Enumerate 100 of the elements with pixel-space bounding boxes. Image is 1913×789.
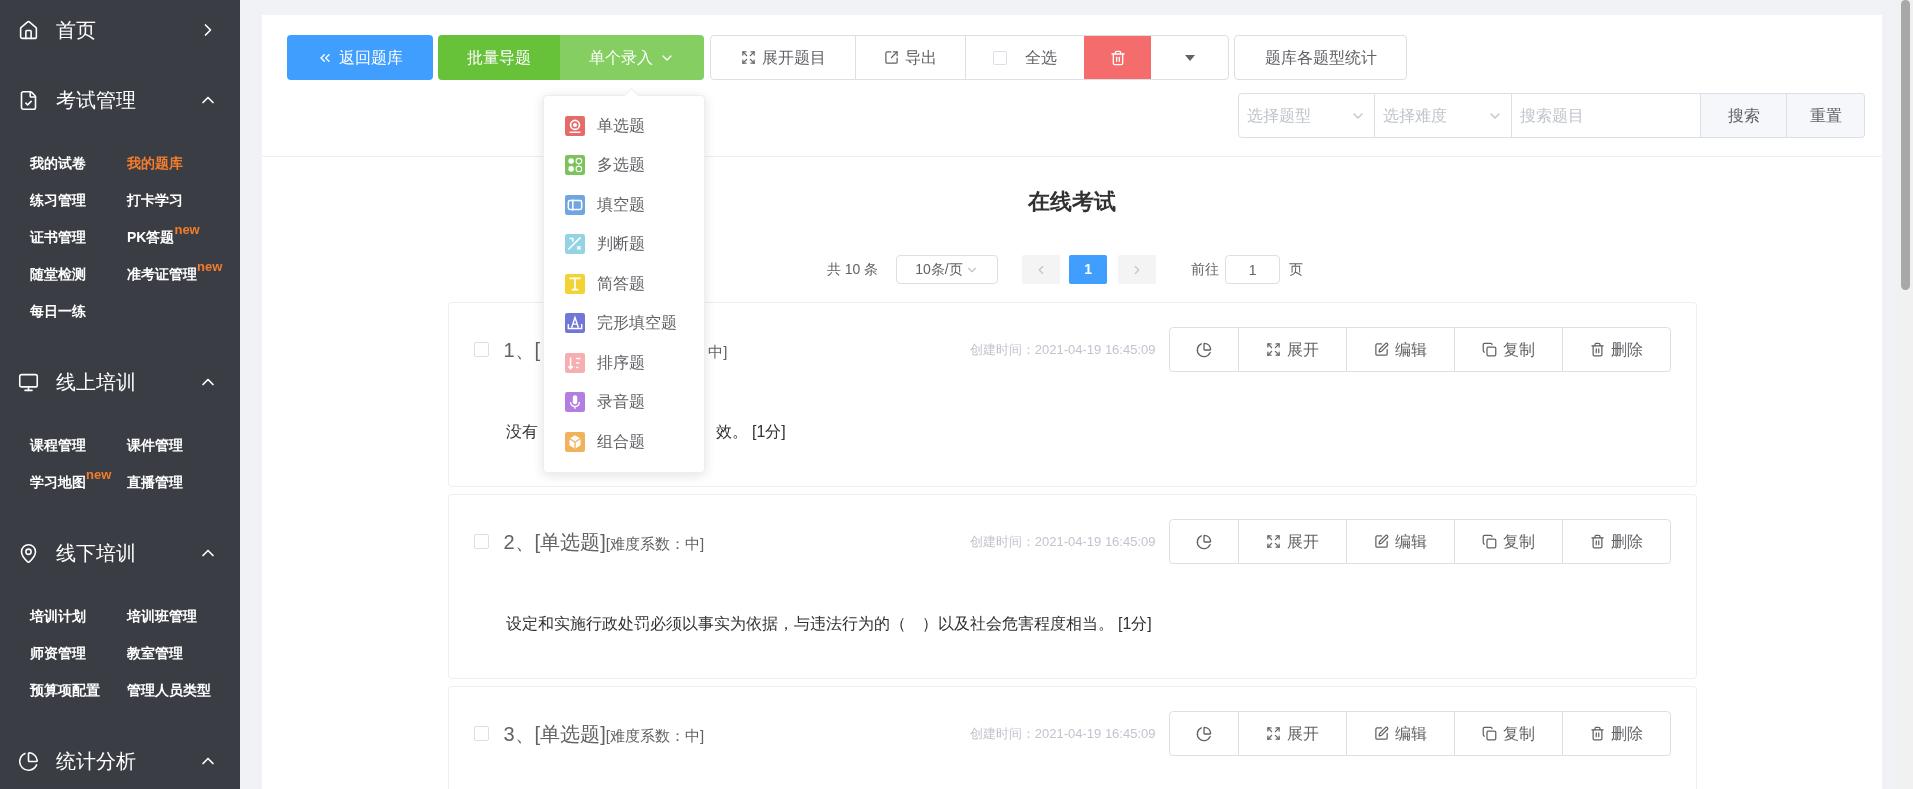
menu-item[interactable]: 组合题 bbox=[544, 422, 704, 462]
sidebar-item[interactable]: 直播管理 bbox=[127, 472, 183, 493]
scrollbar[interactable] bbox=[1898, 0, 1913, 789]
question-action-button[interactable]: 复制 bbox=[1453, 712, 1562, 755]
new-label: new bbox=[174, 220, 200, 239]
question-title: 1、[ bbox=[503, 337, 541, 363]
sidebar-item[interactable]: 管理人员类型 bbox=[127, 680, 211, 701]
question-action-button[interactable]: 展开 bbox=[1237, 328, 1346, 371]
sidebar-item[interactable]: 学习地图 bbox=[30, 472, 86, 493]
radio-question-icon bbox=[565, 115, 585, 136]
menu-item[interactable]: 录音题 bbox=[544, 382, 704, 422]
next-page-button[interactable] bbox=[1118, 255, 1157, 284]
question-action-button[interactable]: 编辑 bbox=[1345, 712, 1454, 755]
question-text: 效。 [1分] bbox=[715, 422, 786, 442]
expand-icon bbox=[1265, 534, 1281, 549]
goto-label: 前往 bbox=[1191, 260, 1220, 279]
total-count: 共 10 条 bbox=[826, 260, 879, 279]
question-action-button[interactable]: 编辑 bbox=[1345, 520, 1454, 563]
pie-chart-icon bbox=[18, 750, 39, 772]
caret-down-icon bbox=[1184, 54, 1195, 61]
sidebar-item[interactable]: 随堂检测 bbox=[30, 264, 86, 285]
audio-question-icon bbox=[565, 392, 585, 413]
sidebar-section[interactable]: 线上培训 bbox=[0, 352, 240, 412]
sidebar-section[interactable]: 统计分析 bbox=[0, 731, 240, 789]
sidebar-item[interactable]: PK答题 bbox=[127, 227, 175, 248]
combo-question-icon bbox=[565, 431, 585, 452]
prev-page-button[interactable] bbox=[1022, 255, 1061, 284]
edit-icon bbox=[1373, 342, 1389, 357]
export-button[interactable]: 导出 bbox=[856, 36, 966, 79]
question-action-button[interactable]: 删除 bbox=[1561, 712, 1670, 755]
created-time: 创建时间：2021-04-19 16:45:09 bbox=[969, 532, 1156, 551]
map-pin-icon bbox=[18, 542, 39, 564]
question-action-button[interactable]: 删除 bbox=[1561, 520, 1670, 563]
sidebar-section[interactable]: 线下培训 bbox=[0, 523, 240, 583]
menu-item[interactable]: 简答题 bbox=[544, 264, 704, 304]
search-button[interactable]: 搜索 bbox=[1700, 93, 1787, 138]
copy-icon bbox=[1481, 726, 1497, 741]
trash-icon bbox=[1109, 49, 1126, 66]
difficulty-label: [难度系数：中] bbox=[605, 725, 705, 744]
pie-chart-icon bbox=[1195, 533, 1212, 550]
question-title: 3、[单选题] bbox=[503, 721, 606, 747]
question-checkbox[interactable] bbox=[473, 534, 489, 549]
sidebar-item[interactable]: 每日一练 bbox=[30, 301, 86, 322]
menu-item[interactable]: 单选题 bbox=[544, 106, 704, 146]
page-title: 在线考试 bbox=[1028, 188, 1116, 216]
menu-item[interactable]: 多选题 bbox=[544, 145, 704, 185]
menu-item[interactable]: 完形填空题 bbox=[544, 303, 704, 343]
sidebar-item[interactable]: 打卡学习 bbox=[127, 190, 183, 211]
expand-questions-button[interactable]: 展开题目 bbox=[711, 36, 856, 79]
edit-icon bbox=[1373, 534, 1389, 549]
edit-icon bbox=[1373, 726, 1389, 741]
sidebar-item[interactable]: 我的试卷 bbox=[30, 153, 86, 174]
sidebar-item[interactable]: 课程管理 bbox=[30, 435, 86, 456]
select-all-label[interactable]: 全选 bbox=[1025, 45, 1057, 70]
question-text: 设定和实施行政处罚必须以事实为依据，与违法行为的（ ）以及社会危害程度相当。 [1分] bbox=[505, 614, 1152, 634]
sidebar-item[interactable]: 课件管理 bbox=[127, 435, 183, 456]
sidebar-item[interactable]: 证书管理 bbox=[30, 227, 86, 248]
select-all-checkbox[interactable] bbox=[993, 50, 1007, 65]
sidebar-item[interactable]: 练习管理 bbox=[30, 190, 86, 211]
menu-item[interactable]: 判断题 bbox=[544, 224, 704, 264]
sidebar-item[interactable]: 培训计划 bbox=[30, 606, 86, 627]
question-title: 2、[单选题] bbox=[503, 529, 606, 555]
expand-icon bbox=[1265, 342, 1281, 357]
blank-question-icon bbox=[565, 194, 585, 215]
copy-icon bbox=[1481, 342, 1497, 357]
question-action-button[interactable]: 展开 bbox=[1237, 712, 1346, 755]
sidebar-section[interactable]: 首页 bbox=[0, 0, 240, 60]
question-text: 没有 bbox=[505, 422, 538, 442]
question-action-button[interactable]: 删除 bbox=[1561, 328, 1670, 371]
stats-button[interactable]: 题库各题型统计 bbox=[1234, 35, 1407, 80]
goto-page-field[interactable]: 1 bbox=[1225, 255, 1281, 284]
sidebar-item[interactable]: 教室管理 bbox=[127, 643, 183, 664]
question-action-button[interactable]: 展开 bbox=[1237, 520, 1346, 563]
text-question-icon bbox=[565, 273, 585, 294]
multi-question-icon bbox=[565, 155, 585, 176]
question-checkbox[interactable] bbox=[473, 726, 489, 741]
difficulty-label: 中] bbox=[708, 341, 728, 362]
menu-item[interactable]: 排序题 bbox=[544, 343, 704, 383]
sidebar-item[interactable]: 预算项配置 bbox=[30, 680, 100, 701]
question-action-button[interactable]: 复制 bbox=[1453, 520, 1562, 563]
search-field[interactable]: 搜索题目 bbox=[1512, 93, 1700, 138]
sort-question-icon bbox=[565, 352, 585, 373]
house-icon bbox=[18, 19, 39, 41]
delete-button[interactable] bbox=[1084, 36, 1151, 79]
expand-icon bbox=[1265, 726, 1281, 741]
menu-item[interactable]: 填空题 bbox=[544, 185, 704, 225]
trash-icon bbox=[1589, 342, 1605, 357]
sidebar-item[interactable]: 准考证管理 bbox=[127, 264, 197, 285]
question-checkbox[interactable] bbox=[473, 342, 489, 357]
cloze-question-icon bbox=[565, 313, 585, 334]
question-action-button[interactable]: 复制 bbox=[1453, 328, 1562, 371]
sidebar-item[interactable]: 师资管理 bbox=[30, 643, 86, 664]
question-action-button[interactable]: 编辑 bbox=[1345, 328, 1454, 371]
page-size-select[interactable]: 10条/页 bbox=[896, 255, 999, 284]
sidebar-section[interactable]: 考试管理 bbox=[0, 70, 240, 130]
sidebar-item[interactable]: 我的题库 bbox=[127, 153, 183, 174]
new-label: new bbox=[86, 465, 112, 484]
reset-button[interactable]: 重置 bbox=[1787, 93, 1865, 138]
sidebar-item[interactable]: 培训班管理 bbox=[127, 606, 197, 627]
expand-icon bbox=[740, 50, 756, 65]
